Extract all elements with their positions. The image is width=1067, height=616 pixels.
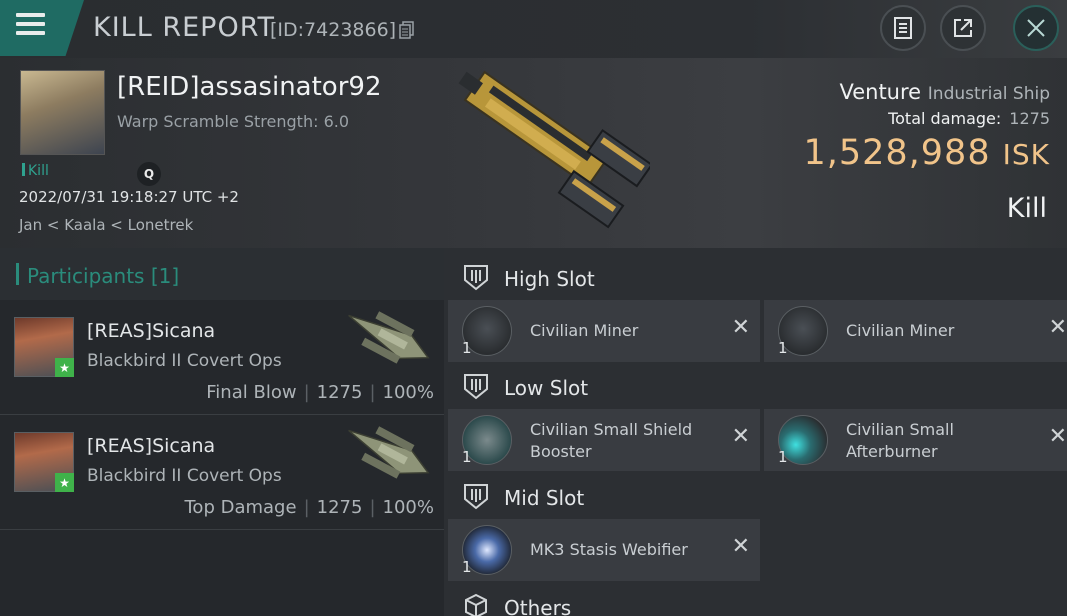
participant-row[interactable]: ★ [REAS]Sicana Blackbird II Covert Ops F…: [0, 300, 444, 415]
page-title: KILL REPORT: [93, 12, 275, 43]
separator: |: [369, 497, 376, 518]
attacker-damage: 1275: [316, 382, 363, 403]
destroyed-icon: ✕: [1048, 424, 1067, 449]
destroyed-icon: ✕: [1048, 315, 1067, 340]
isk-amount: 1,528,988: [803, 133, 991, 173]
kill-datetime: 2022/07/31 19:18:27 UTC +2: [19, 188, 239, 206]
high-slot-icon: [464, 265, 488, 291]
copy-icon[interactable]: [399, 21, 415, 39]
external-link-icon: [954, 19, 972, 37]
module-qty: 1: [462, 339, 472, 357]
module-item[interactable]: 1 Civilian Small Shield Booster ✕: [448, 409, 760, 471]
module-item[interactable]: 1 Civilian Small Afterburner ✕: [764, 409, 1067, 471]
attacker-stats: Final Blow | 1275 | 100%: [206, 382, 434, 403]
module-item[interactable]: 1 MK3 Stasis Webifier ✕: [448, 519, 760, 581]
star-icon: ★: [55, 473, 74, 492]
separator: |: [303, 497, 310, 518]
menu-button[interactable]: [0, 0, 84, 56]
venture-ship-image[interactable]: [430, 58, 650, 243]
fitting-panel: High Slot 1 Civilian Miner ✕ 1 Civilian …: [444, 248, 1067, 616]
module-qty: 1: [778, 339, 788, 357]
attacker-stats: Top Damage | 1275 | 100%: [185, 497, 435, 518]
victim-panel: [REID]assasinator92 Warp Scramble Streng…: [0, 58, 1067, 248]
module-qty: 1: [462, 558, 472, 576]
victim-name[interactable]: [REID]assasinator92: [117, 72, 381, 102]
ship-name: Venture: [839, 80, 922, 104]
module-item[interactable]: 1 Civilian Miner ✕: [764, 300, 1067, 362]
module-item[interactable]: 1 Civilian Miner ✕: [448, 300, 760, 362]
kill-tag-label: Kill: [28, 163, 49, 179]
participants-heading: Participants [1]: [27, 264, 180, 288]
attacker-role: Top Damage: [184, 497, 297, 518]
separator: |: [369, 382, 376, 403]
document-icon: [894, 17, 912, 39]
header-bar: KILL REPORT [ID:7423866]: [0, 0, 1067, 58]
separator: |: [303, 382, 310, 403]
low-slot-icon: [464, 374, 488, 400]
mid-slot-label: Mid Slot: [504, 486, 585, 510]
ship-class: Industrial Ship: [927, 84, 1050, 104]
notes-button[interactable]: [880, 5, 926, 51]
hamburger-icon-bar: [16, 31, 45, 35]
others-label: Others: [504, 596, 572, 616]
blackbird-ship-image[interactable]: [336, 306, 436, 376]
hamburger-icon: [16, 13, 45, 17]
kill-location[interactable]: Jan < Kaala < Lonetrek: [19, 216, 193, 234]
attacker-role: Final Blow: [206, 382, 297, 403]
isk-value: 1,528,988 ISK: [803, 133, 1050, 173]
result-label: Kill: [1006, 193, 1047, 224]
participants-header: Participants [1]: [0, 248, 444, 300]
high-slot-header: High Slot: [444, 251, 1067, 301]
module-name: Civilian Small Afterburner: [846, 420, 954, 461]
kill-tag: Kill: [22, 163, 49, 179]
high-slot-label: High Slot: [504, 267, 595, 291]
victim-ship[interactable]: Venture Industrial Ship: [839, 80, 1050, 104]
destroyed-icon: ✕: [731, 424, 750, 449]
module-name: Civilian Small Shield Booster: [530, 420, 693, 461]
attacker-percent: 100%: [382, 497, 434, 518]
star-icon: ★: [55, 358, 74, 377]
report-id: [ID:7423866]: [270, 19, 397, 41]
destroyed-icon: ✕: [731, 315, 750, 340]
attacker-name[interactable]: [REAS]Sicana: [87, 320, 215, 342]
close-icon: [1027, 19, 1045, 37]
module-qty: 1: [778, 448, 788, 466]
mid-slot-icon: [464, 484, 488, 510]
attacker-ship: Blackbird II Covert Ops: [87, 351, 282, 371]
module-name: MK3 Stasis Webifier: [530, 540, 688, 559]
mid-slot-header: Mid Slot: [444, 470, 1067, 520]
victim-portrait[interactable]: [20, 70, 105, 155]
participants-panel: Participants [1] ★ [REAS]Sicana Blackbir…: [0, 248, 444, 616]
destroyed-icon: ✕: [731, 534, 750, 559]
total-damage-value: 1275: [1009, 109, 1050, 128]
low-slot-header: Low Slot: [444, 360, 1067, 410]
cube-icon: [465, 593, 487, 616]
hamburger-icon-bar: [16, 22, 45, 26]
module-name: Civilian Miner: [530, 321, 639, 340]
attacker-damage: 1275: [316, 497, 363, 518]
corp-badge[interactable]: Q: [137, 162, 161, 186]
module-qty: 1: [462, 448, 472, 466]
isk-unit: ISK: [1002, 138, 1050, 171]
close-button[interactable]: [1013, 5, 1059, 51]
blackbird-ship-image[interactable]: [336, 421, 436, 491]
kill-tag-marker: [22, 163, 25, 176]
warp-scramble-strength: Warp Scramble Strength: 6.0: [117, 112, 350, 131]
total-damage: Total damage: 1275: [888, 109, 1050, 128]
participants-marker: [16, 263, 19, 285]
attacker-ship: Blackbird II Covert Ops: [87, 466, 282, 486]
attacker-percent: 100%: [382, 382, 434, 403]
share-button[interactable]: [940, 5, 986, 51]
participant-row[interactable]: ★ [REAS]Sicana Blackbird II Covert Ops T…: [0, 415, 444, 530]
total-damage-label: Total damage:: [888, 109, 1002, 128]
module-name: Civilian Miner: [846, 321, 955, 340]
attacker-name[interactable]: [REAS]Sicana: [87, 435, 215, 457]
low-slot-label: Low Slot: [504, 376, 589, 400]
others-header: Others: [444, 580, 1067, 616]
